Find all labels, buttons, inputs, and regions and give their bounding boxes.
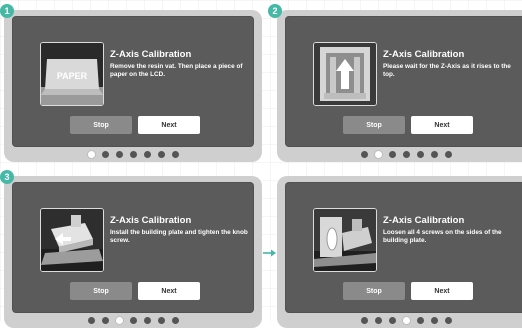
step-1-paper-image: PAPER — [40, 42, 104, 106]
step-1-panel: PAPER Z-Axis Calibration Remove the resi… — [4, 10, 262, 162]
pagination-dot[interactable] — [444, 151, 452, 158]
next-step-arrow-icon — [263, 249, 276, 257]
pagination-dot[interactable] — [157, 151, 165, 158]
step-2-printer-image — [313, 42, 377, 106]
step-4-stop-button[interactable]: Stop — [343, 282, 405, 300]
step-4-screen: Z-Axis Calibration Loosen all 4 screws o… — [285, 182, 522, 313]
step-2-stop-button[interactable]: Stop — [343, 116, 405, 134]
pagination-dot[interactable] — [402, 151, 410, 158]
step-4-next-button[interactable]: Next — [411, 282, 473, 300]
pagination-dot[interactable] — [360, 151, 368, 158]
pagination-dot[interactable] — [115, 151, 123, 158]
step-4-title: Z-Axis Calibration — [383, 215, 465, 226]
step-4-screws-image — [313, 208, 377, 272]
pagination-dot[interactable] — [87, 151, 95, 158]
pagination-dot[interactable] — [129, 151, 137, 158]
step-3-next-button[interactable]: Next — [138, 282, 200, 300]
step-1-next-button[interactable]: Next — [138, 116, 200, 134]
step-1-screen: PAPER Z-Axis Calibration Remove the resi… — [12, 16, 254, 147]
step-3-stop-button[interactable]: Stop — [70, 282, 132, 300]
step-1-pagination — [4, 151, 262, 159]
step-3-pagination — [4, 317, 262, 325]
step-2-badge: 2 — [268, 4, 282, 18]
step-1-badge: 1 — [0, 4, 14, 18]
step-2-next-button[interactable]: Next — [411, 116, 473, 134]
pagination-dot[interactable] — [430, 151, 438, 158]
pagination-dot[interactable] — [374, 151, 382, 158]
step-1-title: Z-Axis Calibration — [110, 49, 192, 60]
step-2-screen: Z-Axis Calibration Please wait for the Z… — [285, 16, 522, 147]
step-1-stop-button[interactable]: Stop — [70, 116, 132, 134]
pagination-dot[interactable] — [171, 151, 179, 158]
pagination-dot[interactable] — [101, 151, 109, 158]
step-2-panel: Z-Axis Calibration Please wait for the Z… — [277, 10, 522, 162]
step-3-title: Z-Axis Calibration — [110, 215, 192, 226]
step-3-panel: Z-Axis Calibration Install the building … — [4, 176, 262, 328]
step-2-title: Z-Axis Calibration — [383, 49, 465, 60]
pagination-dot[interactable] — [143, 151, 151, 158]
step-4-panel: Z-Axis Calibration Loosen all 4 screws o… — [277, 176, 522, 328]
step-1-description: Remove the resin vat. Then place a piece… — [110, 63, 243, 78]
pagination-dot[interactable] — [416, 151, 424, 158]
step-4-description: Loosen all 4 screws on the sides of the … — [383, 229, 502, 244]
step-3-description: Install the building plate and tighten t… — [110, 229, 248, 244]
step-4-pagination — [277, 317, 522, 325]
step-2-pagination — [277, 151, 522, 159]
step-3-screen: Z-Axis Calibration Install the building … — [12, 182, 254, 313]
paper-label: PAPER — [57, 71, 88, 81]
pagination-dot[interactable] — [388, 151, 396, 158]
step-3-badge: 3 — [0, 170, 14, 184]
step-2-description: Please wait for the Z-Axis as it rises t… — [383, 63, 511, 78]
step-3-building-plate-image — [40, 208, 104, 272]
